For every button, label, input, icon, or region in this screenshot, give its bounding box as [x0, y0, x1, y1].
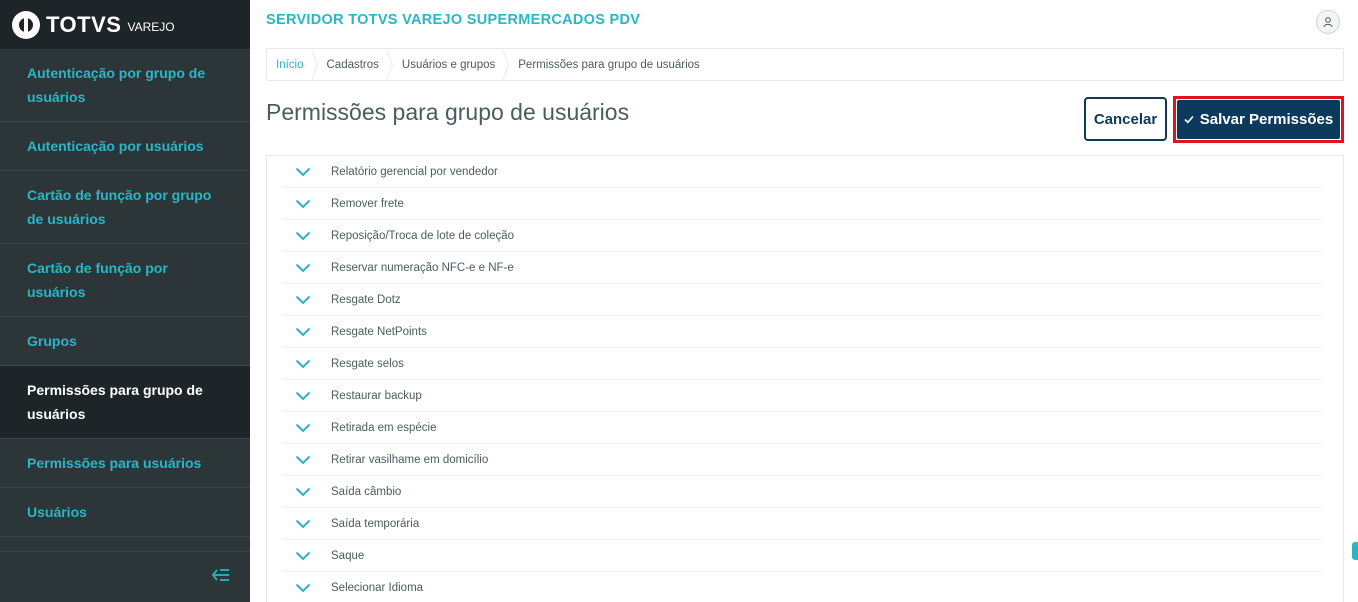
chevron-down-icon[interactable]	[293, 487, 313, 497]
sidebar-item-label: Grupos	[27, 333, 77, 349]
cancel-button[interactable]: Cancelar	[1084, 97, 1167, 141]
permission-row[interactable]: Saída temporária	[283, 508, 1321, 540]
permission-row[interactable]: Reposição/Troca de lote de coleção	[283, 220, 1321, 252]
sidebar-footer	[0, 551, 250, 602]
breadcrumb-item-inicio[interactable]: Início	[267, 49, 318, 81]
permissions-list: Relatório gerencial por vendedor Remover …	[283, 156, 1321, 602]
scrollbar-thumb[interactable]	[1352, 542, 1358, 560]
permission-label: Retirada em espécie	[331, 421, 437, 434]
chevron-down-icon[interactable]	[293, 583, 313, 593]
chevron-down-icon[interactable]	[293, 167, 313, 177]
app-title: SERVIDOR TOTVS VAREJO SUPERMERCADOS PDV	[266, 12, 641, 28]
permission-label: Relatório gerencial por vendedor	[331, 165, 498, 178]
totvs-logo-icon	[12, 10, 40, 39]
chevron-down-icon[interactable]	[293, 519, 313, 529]
save-permissions-button[interactable]: Salvar Permissões	[1177, 100, 1340, 139]
chevron-down-icon[interactable]	[293, 231, 313, 241]
save-button-label: Salvar Permissões	[1199, 111, 1334, 128]
sidebar-item-label: Usuários	[27, 504, 87, 520]
sidebar-item-usuarios[interactable]: Usuários	[0, 488, 250, 537]
permission-label: Resgate selos	[331, 357, 404, 370]
permission-row[interactable]: Relatório gerencial por vendedor	[283, 156, 1321, 188]
permission-label: Restaurar backup	[331, 389, 422, 402]
check-icon	[1184, 113, 1194, 127]
permission-row[interactable]: Resgate Dotz	[283, 284, 1321, 316]
permission-row[interactable]: Saque	[283, 540, 1321, 572]
permission-label: Reservar numeração NFC-e e NF-e	[331, 261, 514, 274]
permission-row[interactable]: Saída câmbio	[283, 476, 1321, 508]
sidebar-item-cartao-usuarios[interactable]: Cartão de função por usuários	[0, 244, 250, 317]
permission-row[interactable]: Restaurar backup	[283, 380, 1321, 412]
breadcrumb: Início Cadastros Usuários e grupos Permi…	[266, 48, 1344, 81]
permission-label: Reposição/Troca de lote de coleção	[331, 229, 515, 242]
permissions-panel: Relatório gerencial por vendedor Remover …	[266, 155, 1344, 602]
sidebar-item-label: Autenticação por grupo de usuários	[27, 65, 206, 105]
sidebar: TOTVS VAREJO Autenticação por grupo de u…	[0, 0, 250, 602]
top-bar: SERVIDOR TOTVS VAREJO SUPERMERCADOS PDV	[250, 0, 1358, 44]
chevron-down-icon[interactable]	[293, 295, 313, 305]
permission-label: Selecionar Idioma	[331, 581, 424, 594]
chevron-down-icon[interactable]	[293, 327, 313, 337]
collapse-menu-icon[interactable]	[211, 568, 230, 582]
brand-logo[interactable]: TOTVS VAREJO	[0, 0, 250, 49]
breadcrumb-item-usuarios-grupos[interactable]: Usuários e grupos	[393, 49, 510, 81]
permission-row[interactable]: Retirar vasilhame em domicílio	[283, 444, 1321, 476]
sidebar-item-label: Autenticação por usuários	[27, 138, 204, 154]
permission-row[interactable]: Resgate NetPoints	[283, 316, 1321, 348]
sidebar-item-autenticacao-grupo[interactable]: Autenticação por grupo de usuários	[0, 49, 250, 122]
sidebar-item-permissoes-usuarios[interactable]: Permissões para usuários	[0, 439, 250, 488]
permission-row[interactable]: Resgate selos	[283, 348, 1321, 380]
permission-label: Saída temporária	[331, 517, 420, 530]
chevron-down-icon[interactable]	[293, 359, 313, 369]
brand-name: TOTVS	[46, 11, 122, 37]
chevron-down-icon[interactable]	[293, 423, 313, 433]
chevron-down-icon[interactable]	[293, 455, 313, 465]
sidebar-item-permissoes-grupo[interactable]: Permissões para grupo de usuários	[0, 366, 250, 439]
sidebar-item-label: Permissões para usuários	[27, 455, 202, 471]
sidebar-menu: Autenticação por grupo de usuários Auten…	[0, 49, 250, 551]
chevron-down-icon[interactable]	[293, 199, 313, 209]
chevron-down-icon[interactable]	[293, 391, 313, 401]
sidebar-item-label: Cartão de função por usuários	[27, 260, 168, 300]
permission-label: Resgate NetPoints	[331, 325, 427, 338]
permission-row[interactable]: Retirada em espécie	[283, 412, 1321, 444]
page-title: Permissões para grupo de usuários	[266, 99, 630, 125]
sidebar-item-label: Permissões para grupo de usuários	[27, 382, 203, 422]
permission-label: Remover frete	[331, 197, 404, 210]
sidebar-item-label: Cartão de função por grupo de usuários	[27, 187, 212, 227]
sidebar-item-grupos[interactable]: Grupos	[0, 317, 250, 366]
chevron-down-icon[interactable]	[293, 551, 313, 561]
brand-sub: VAREJO	[127, 19, 175, 34]
breadcrumb-item-current: Permissões para grupo de usuários	[518, 58, 700, 71]
chevron-down-icon[interactable]	[293, 263, 313, 273]
breadcrumb-item-cadastros[interactable]: Cadastros	[318, 49, 394, 81]
permission-label: Resgate Dotz	[331, 293, 401, 306]
permission-row[interactable]: Reservar numeração NFC-e e NF-e	[283, 252, 1321, 284]
sidebar-item-autenticacao-usuarios[interactable]: Autenticação por usuários	[0, 122, 250, 171]
permission-label: Retirar vasilhame em domicílio	[331, 453, 489, 466]
permission-label: Saque	[331, 549, 365, 562]
user-icon[interactable]	[1316, 10, 1340, 34]
sidebar-item-cartao-grupo[interactable]: Cartão de função por grupo de usuários	[0, 171, 250, 244]
permission-row[interactable]: Remover frete	[283, 188, 1321, 220]
permission-row[interactable]: Selecionar Idioma	[283, 572, 1321, 602]
menu-filler	[0, 537, 250, 551]
permission-label: Saída câmbio	[331, 485, 402, 498]
